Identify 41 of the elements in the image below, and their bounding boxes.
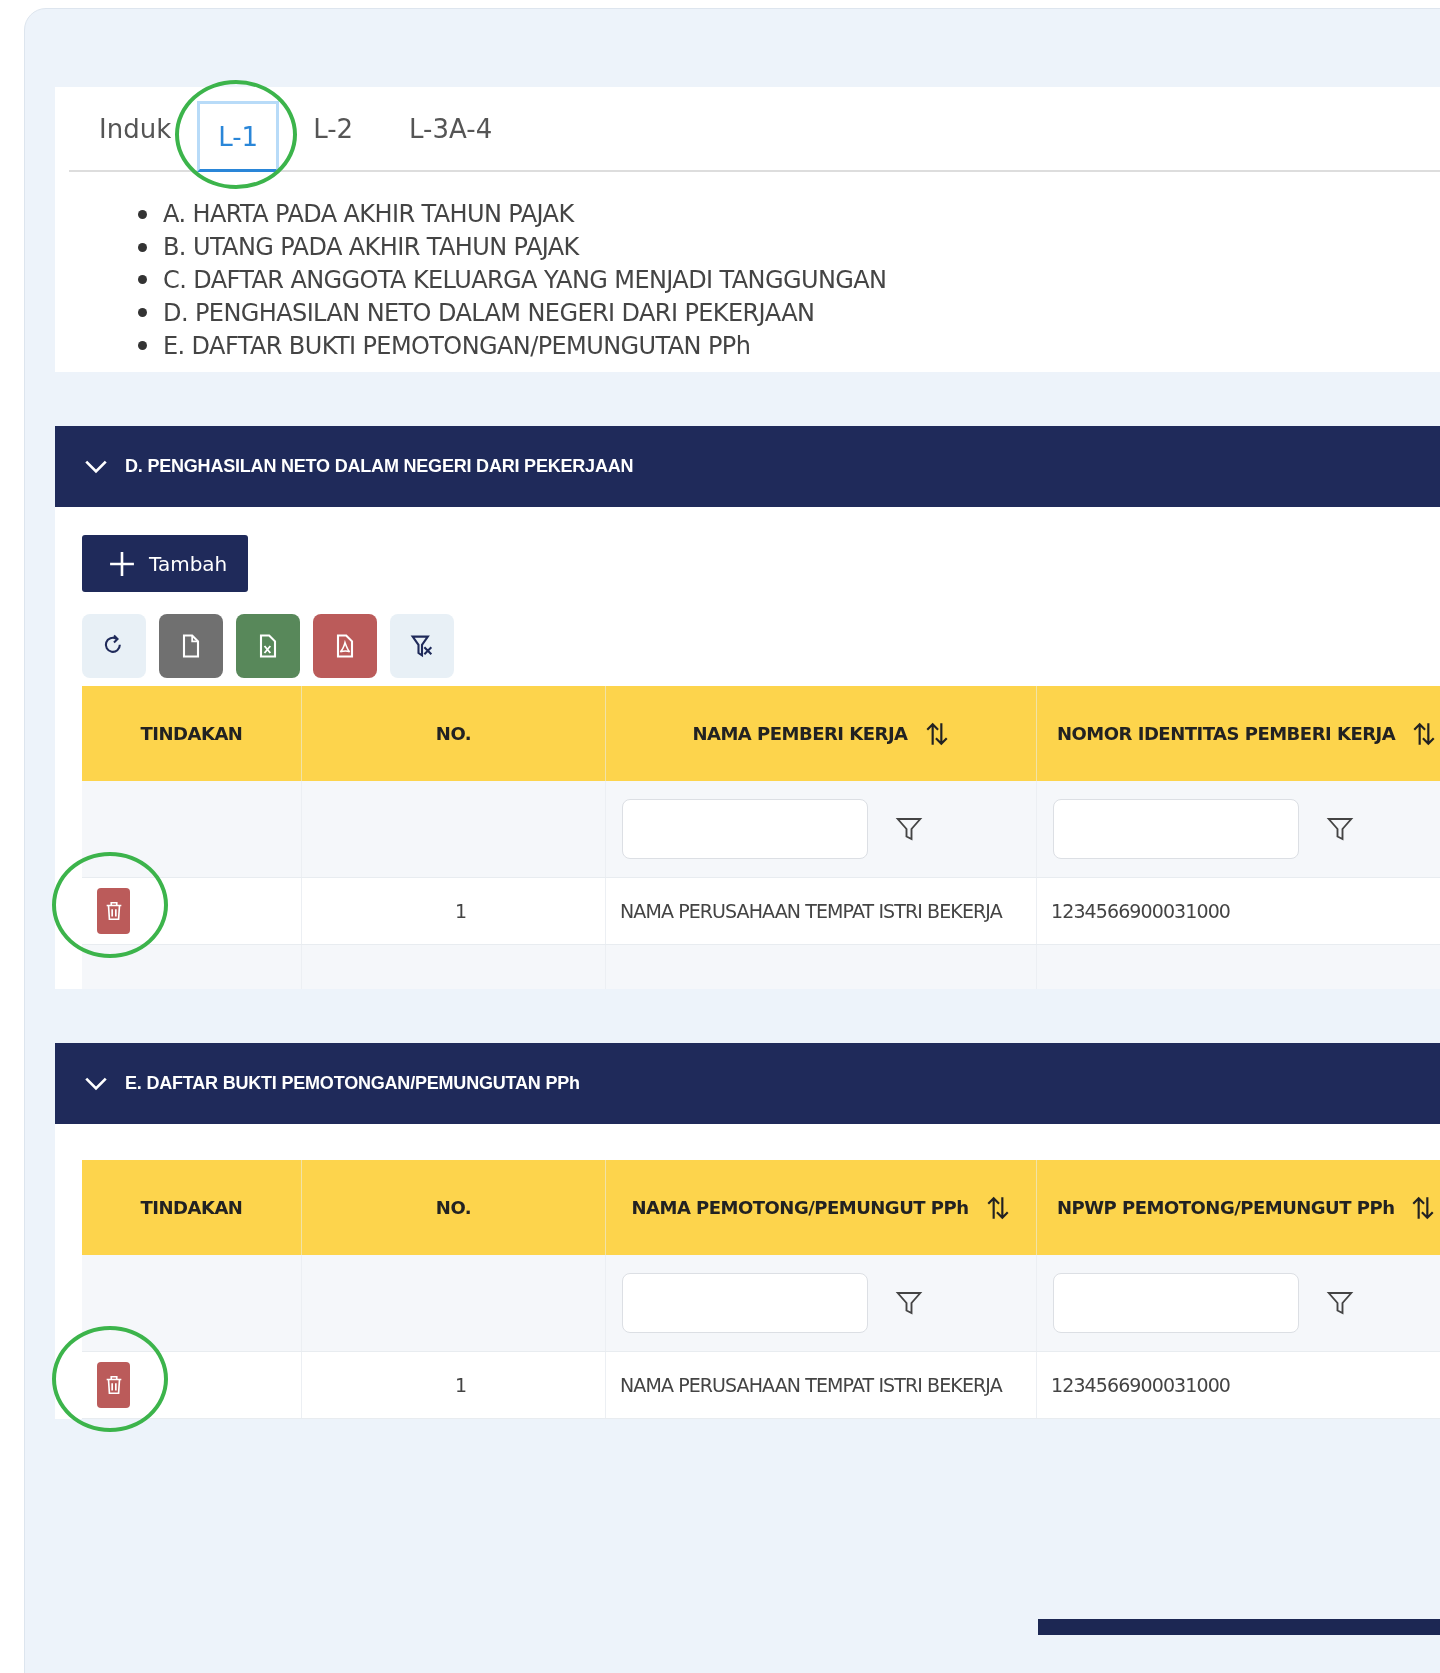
input-field[interactable] <box>1053 799 1299 859</box>
plus-icon <box>109 550 135 577</box>
column-header[interactable]: NO. <box>435 1197 472 1218</box>
list-item-text: E. DAFTAR BUKTI PEMOTONGAN/PEMUNGUTAN PPh <box>163 331 751 360</box>
bullet-icon <box>138 209 147 219</box>
bullet-icon <box>138 341 147 351</box>
bullet-icon <box>138 308 147 318</box>
bullet-icon <box>138 242 147 252</box>
add-button[interactable]: Tambah <box>82 535 248 592</box>
list-item-text: C. DAFTAR ANGGOTA KELUARGA YANG MENJADI TANGGUNGAN <box>163 266 887 294</box>
list-item-text: A. HARTA PADA AKHIR TAHUN PAJAK <box>163 200 574 229</box>
tab[interactable]: L-3A-4 <box>379 87 515 170</box>
section-title: E. DAFTAR BUKTI PEMOTONGAN/PEMUNGUTAN PPh <box>125 1073 580 1094</box>
table-cell: NAMA PERUSAHAAN TEMPAT ISTRI BEKERJA <box>606 878 1037 944</box>
section-header[interactable]: D. PENGHASILAN NETO DALAM NEGERI DARI PEKERJAAN <box>55 426 1440 507</box>
section-title: D. PENGHASILAN NETO DALAM NEGERI DARI PEKERJAAN <box>125 456 634 477</box>
table-cell: 1 <box>302 1352 606 1418</box>
table-cell: NAMA PERUSAHAAN TEMPAT ISTRI BEKERJA <box>606 1352 1037 1418</box>
column-header[interactable]: TINDAKAN <box>140 1197 243 1218</box>
table-cell: 1 <box>302 878 606 944</box>
column-header[interactable]: NPWP PEMOTONG/PEMUNGUT PPh <box>1057 1197 1395 1218</box>
column-header[interactable]: NAMA PEMBERI KERJA <box>692 723 908 744</box>
input-field[interactable] <box>622 799 868 859</box>
input-field[interactable] <box>622 1273 868 1333</box>
column-header[interactable]: NAMA PEMOTONG/PEMUNGUT PPh <box>631 1197 969 1218</box>
list-item-text: D. PENGHASILAN NETO DALAM NEGERI DARI PEKERJAAN <box>163 298 815 327</box>
toolbar-button[interactable] <box>390 614 454 678</box>
bullet-icon <box>138 275 147 285</box>
tab[interactable]: L-2 <box>283 87 376 170</box>
column-header[interactable]: NOMOR IDENTITAS PEMBERI KERJA <box>1057 723 1396 744</box>
column-header[interactable]: NO. <box>435 723 472 744</box>
delete-button[interactable] <box>97 1362 130 1408</box>
input-field[interactable] <box>1053 1273 1299 1333</box>
tab[interactable]: L-1 <box>197 101 280 172</box>
tab[interactable]: Induk <box>69 87 194 170</box>
table-cell: 1234566900031000 <box>1037 1352 1440 1418</box>
list-item-text: B. UTANG PADA AKHIR TAHUN PAJAK <box>163 233 579 262</box>
table-cell: 1234566900031000 <box>1037 878 1440 944</box>
delete-button[interactable] <box>97 888 130 934</box>
column-header[interactable]: TINDAKAN <box>140 723 243 744</box>
section-header[interactable]: E. DAFTAR BUKTI PEMOTONGAN/PEMUNGUTAN PPh <box>55 1043 1440 1124</box>
